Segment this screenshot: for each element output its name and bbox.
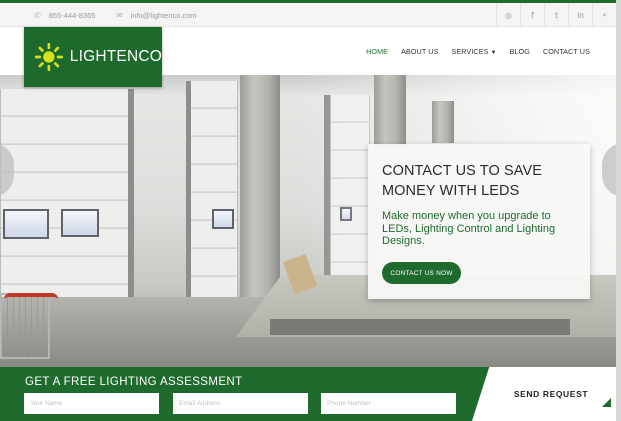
hero-pillar: [432, 101, 454, 143]
hero-door: [190, 81, 238, 305]
hero-window: [212, 209, 234, 229]
nav-item-services-label: SERVICES: [451, 46, 489, 56]
window-edge: [616, 0, 621, 421]
main-nav: HOME ABOUT US SERVICES ▼ BLOG CONTACT US: [366, 27, 590, 75]
hero-pillar: [240, 75, 280, 307]
lead-form-title: GET A FREE LIGHTING ASSESSMENT: [25, 376, 243, 388]
cta-description: Make money when you upgrade to LEDs, Lig…: [382, 210, 556, 247]
page: ✆ 855-444-8365 ✉ info@lightenco.com ◎ f …: [0, 0, 621, 421]
phone-icon: ✆: [34, 10, 41, 20]
nav-item-services[interactable]: SERVICES ▼: [451, 47, 496, 56]
hero-window: [61, 209, 99, 237]
site-logo[interactable]: LIGHTENCO: [24, 27, 162, 87]
logo-wordmark: LIGHTENCO: [69, 48, 162, 65]
twitter-icon[interactable]: t: [544, 3, 568, 27]
hero-dock-pit: [270, 319, 570, 335]
send-request-button[interactable]: SEND REQUEST: [472, 367, 616, 421]
hero-door-frame: [186, 81, 191, 307]
hero-pillar: [374, 75, 406, 147]
envelope-icon: ✉: [116, 10, 123, 20]
nav-item-blog[interactable]: BLOG: [510, 47, 530, 56]
phone-field[interactable]: [321, 393, 456, 414]
nav-item-contact-us[interactable]: CONTACT US: [543, 47, 590, 56]
hero-window: [3, 209, 49, 239]
hero-cart-handle: [4, 293, 58, 303]
cta-heading: CONTACT US TO SAVE MONEY WITH LEDS: [382, 163, 542, 199]
hero-door-frame: [128, 89, 134, 325]
email-contact[interactable]: ✉ info@lightenco.com: [116, 3, 197, 27]
nav-item-home[interactable]: HOME: [366, 47, 388, 56]
instagram-icon[interactable]: ◎: [496, 3, 520, 27]
hero-door: [0, 89, 130, 321]
hero-cta-card: CONTACT US TO SAVE MONEY WITH LEDS Make …: [368, 144, 590, 299]
nav-item-about-us[interactable]: ABOUT US: [401, 47, 438, 56]
email-address: info@lightenco.com: [130, 10, 197, 20]
email-field[interactable]: [173, 393, 308, 414]
corner-triangle-icon: [602, 398, 611, 407]
facebook-icon[interactable]: f: [520, 3, 544, 27]
site-header: LIGHTENCO HOME ABOUT US SERVICES ▼ BLOG C…: [0, 27, 616, 87]
contact-us-now-button[interactable]: CONTACT US NOW: [382, 262, 461, 284]
phone-contact[interactable]: ✆ 855-444-8365: [34, 3, 95, 27]
sun-logo-icon: [34, 42, 63, 72]
social-links: ◎ f t in ⌕: [496, 3, 616, 27]
utility-bar: ✆ 855-444-8365 ✉ info@lightenco.com ◎ f …: [0, 3, 616, 27]
search-icon[interactable]: ⌕: [592, 3, 616, 27]
linkedin-icon[interactable]: in: [568, 3, 592, 27]
chevron-down-icon: ▼: [490, 49, 497, 56]
phone-number: 855-444-8365: [48, 10, 96, 20]
hero-slider: CONTACT US TO SAVE MONEY WITH LEDS Make …: [0, 75, 616, 367]
name-field[interactable]: [24, 393, 159, 414]
send-request-label: SEND REQUEST: [513, 389, 589, 399]
